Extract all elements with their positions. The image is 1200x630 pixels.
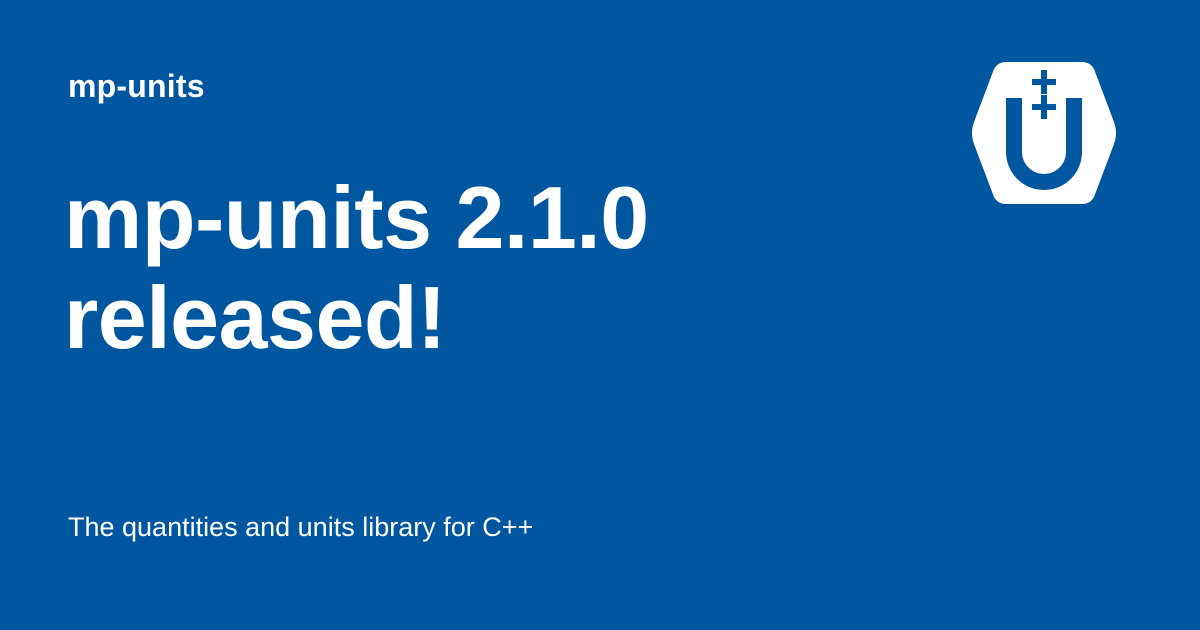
post-description: The quantities and units library for C++: [68, 512, 534, 542]
logo-plus-bottom-horizontal: [1032, 104, 1056, 110]
social-card: mp-units mp-units 2.1.0 released! The qu…: [0, 0, 1200, 630]
post-title: mp-units 2.1.0 released!: [64, 168, 649, 367]
mp-units-logo-icon: [972, 62, 1116, 204]
logo-plus-top-horizontal: [1032, 79, 1056, 85]
site-name: mp-units: [68, 68, 205, 104]
